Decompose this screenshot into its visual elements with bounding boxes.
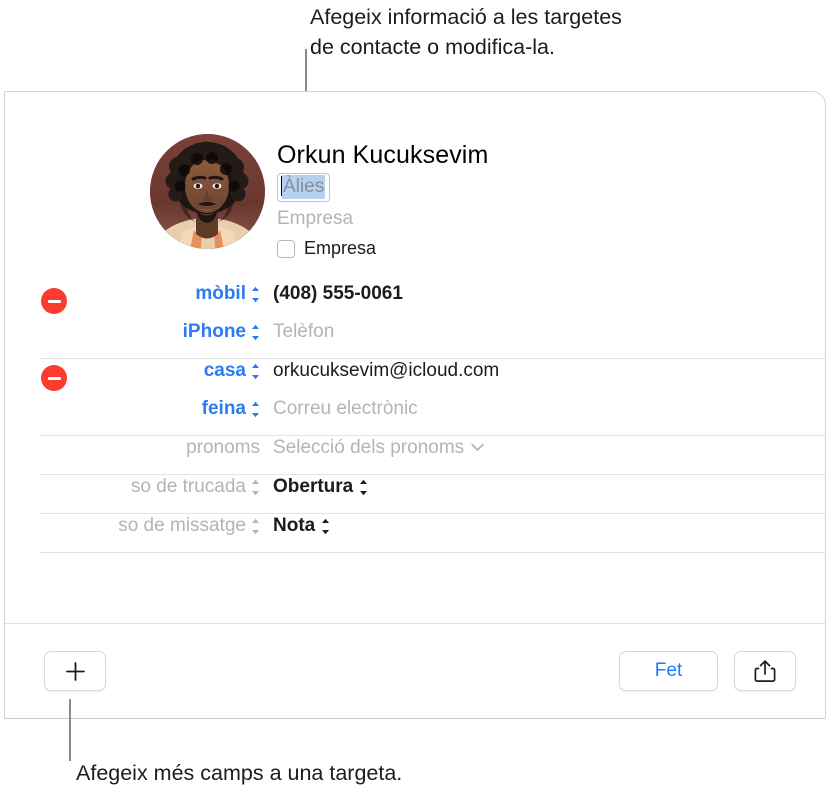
contact-full-name[interactable]: Orkun Kucuksevim — [277, 140, 488, 171]
done-button[interactable]: Fet — [619, 651, 718, 691]
nickname-input[interactable]: Àlies — [277, 173, 331, 202]
stepper-icon[interactable] — [251, 518, 260, 535]
stepper-icon[interactable] — [251, 401, 260, 418]
stepper-icon[interactable] — [251, 286, 260, 303]
field-label-text: mòbil — [195, 283, 246, 304]
value-stepper-icon[interactable] — [359, 479, 368, 496]
field-row: feina Correu electrònic — [5, 397, 825, 435]
field-row: mòbil (408) 555-0061 — [5, 282, 825, 320]
field-label: pronoms — [5, 436, 260, 460]
callout-top-line-2: de contacte o modifica-la. — [310, 35, 555, 59]
field-value[interactable]: Obertura — [273, 475, 368, 499]
stepper-icon[interactable] — [251, 479, 260, 496]
field-value-text: orkucuksevim@icloud.com — [273, 360, 500, 381]
field-value[interactable]: (408) 555-0061 — [273, 282, 403, 306]
minus-icon — [47, 299, 61, 303]
company-checkbox[interactable] — [277, 239, 295, 258]
minus-icon — [47, 376, 61, 380]
field-label[interactable]: feina — [5, 397, 260, 421]
field-value-text: Selecció dels pronoms — [273, 437, 465, 458]
remove-field-button[interactable] — [41, 365, 67, 391]
field-label-text: iPhone — [182, 321, 246, 342]
card-header: Orkun Kucuksevim Àlies Empresa Empresa — [5, 92, 825, 282]
stepper-icon[interactable] — [251, 324, 260, 341]
avatar[interactable] — [150, 134, 265, 249]
callout-bottom: Afegeix més camps a una targeta. — [76, 758, 402, 788]
share-button[interactable] — [734, 651, 796, 691]
field-label-text: pronoms — [186, 437, 260, 458]
field-row: casa orkucuksevim@icloud.com — [5, 359, 825, 397]
field-value[interactable]: orkucuksevim@icloud.com — [273, 359, 499, 383]
name-block: Orkun Kucuksevim Àlies Empresa Empresa — [277, 140, 488, 259]
value-stepper-icon[interactable] — [321, 518, 330, 535]
field-value[interactable]: Telèfon — [273, 320, 334, 344]
field-label-text: feina — [201, 398, 246, 419]
callout-top-line-1: Afegeix informació a les targetes — [310, 5, 622, 29]
field-list: mòbil (408) 555-0061 iPhone Telèfon casa orku… — [5, 282, 825, 553]
company-input[interactable]: Empresa — [277, 207, 488, 231]
company-checkbox-row[interactable]: Empresa — [277, 238, 488, 259]
callout-bottom-leader-line — [69, 699, 71, 761]
field-label[interactable]: iPhone — [5, 320, 260, 344]
field-label-text: casa — [203, 360, 246, 381]
field-row: pronoms Selecció dels pronoms — [5, 436, 825, 474]
field-label-text: so de missatge — [118, 515, 246, 536]
company-checkbox-label: Empresa — [304, 238, 377, 258]
field-label: so de trucada — [5, 475, 260, 499]
done-button-label: Fet — [654, 660, 683, 681]
field-value-text: Telèfon — [273, 321, 335, 342]
footer-toolbar: Fet — [5, 624, 825, 718]
field-value-text: (408) 555-0061 — [273, 283, 403, 304]
field-value-text: Nota — [273, 515, 316, 536]
nickname-input-value: Àlies — [282, 175, 326, 199]
field-label: so de missatge — [5, 514, 260, 538]
field-label-text: so de trucada — [130, 476, 246, 497]
callout-top: Afegeix informació a les targetes de con… — [310, 2, 622, 62]
field-row: iPhone Telèfon — [5, 320, 825, 358]
field-row: so de missatge Nota — [5, 514, 825, 552]
stepper-icon[interactable] — [251, 363, 260, 380]
remove-field-button[interactable] — [41, 288, 67, 314]
field-row: so de trucada Obertura — [5, 475, 825, 513]
contact-card-window: Orkun Kucuksevim Àlies Empresa Empresa m… — [4, 91, 826, 719]
field-value[interactable]: Correu electrònic — [273, 397, 418, 421]
callout-bottom-line-1: Afegeix més camps a una targeta. — [76, 761, 403, 785]
field-value[interactable]: Nota — [273, 514, 330, 538]
chevron-down-icon[interactable] — [471, 443, 484, 452]
field-value-text: Correu electrònic — [273, 398, 418, 419]
share-icon — [754, 660, 776, 682]
field-separator — [40, 552, 825, 553]
field-value[interactable]: Selecció dels pronoms — [273, 436, 484, 460]
add-field-button[interactable] — [44, 651, 106, 691]
field-value-text: Obertura — [273, 476, 354, 497]
